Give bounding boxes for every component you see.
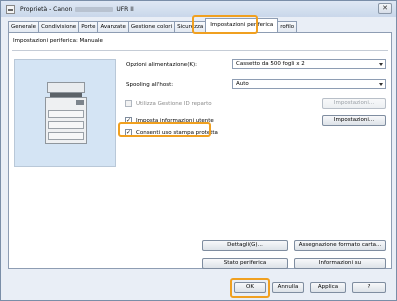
dept-id-label: Utilizza Gestione ID reparto [136, 100, 212, 107]
device-settings-panel: Impostazioni periferica: Manuale Opzioni… [8, 32, 392, 269]
printer-preview [14, 59, 116, 167]
tab-gestione-colori[interactable]: Gestione colori [127, 21, 176, 32]
tab-profilo[interactable]: rofilo [277, 21, 298, 32]
cancel-button[interactable]: Annulla [272, 282, 304, 293]
paper-format-button[interactable]: Assegnazione formato carta... [294, 240, 386, 251]
printer-tray-1 [48, 110, 84, 118]
tab-avanzate[interactable]: Avanzate [97, 21, 129, 32]
window-title-prefix: Proprietà - Canon [20, 5, 73, 13]
printer-app-icon [6, 4, 15, 14]
about-button[interactable]: Informazioni su [294, 258, 386, 269]
close-icon: ✕ [382, 4, 388, 12]
user-settings-button[interactable]: Impostazioni... [322, 115, 386, 126]
chevron-down-icon [379, 63, 383, 66]
printer-tray-3 [48, 132, 84, 140]
spooling-value: Auto [236, 81, 249, 87]
help-button[interactable]: ? [352, 282, 386, 293]
close-button[interactable]: ✕ [378, 3, 392, 14]
printer-body [45, 97, 87, 144]
active-tab-highlight [192, 15, 258, 34]
spooling-select[interactable]: Auto [232, 79, 386, 89]
window-title: Proprietà - Canon UFR II [20, 6, 134, 13]
details-button[interactable]: Dettagli(G)... [202, 240, 288, 251]
tab-porte[interactable]: Porte [78, 21, 99, 32]
secure-print-highlight [118, 122, 211, 137]
chevron-down-icon [379, 83, 383, 86]
redacted-model-name [75, 6, 114, 12]
printer-tray-2 [48, 121, 84, 129]
panel-divider [12, 50, 388, 51]
printer-illustration [45, 82, 87, 144]
tab-generale[interactable]: Generale [8, 21, 40, 32]
dept-settings-button[interactable]: Impostazioni... [322, 98, 386, 109]
checkbox-box [125, 100, 132, 107]
paper-source-value: Cassetto da 500 fogli x 2 [236, 61, 305, 67]
paper-source-label: Opzioni alimentazione(K): [126, 62, 197, 68]
tab-condivisione[interactable]: Condivisione [38, 21, 80, 32]
properties-dialog: Proprietà - Canon UFR II ✕ Generale Cond… [0, 0, 397, 301]
device-status-button[interactable]: Stato periferica [202, 258, 288, 269]
printer-control-panel [76, 100, 84, 105]
paper-source-select[interactable]: Cassetto da 500 fogli x 2 [232, 59, 386, 69]
window-title-suffix: UFR II [116, 5, 134, 13]
dept-id-checkbox[interactable]: Utilizza Gestione ID reparto [125, 100, 212, 107]
spooling-label: Spooling all'host: [126, 82, 174, 88]
panel-title: Impostazioni periferica: Manuale [13, 38, 103, 44]
printer-scanner-lid [47, 82, 85, 93]
apply-button[interactable]: Applica [310, 282, 346, 293]
ok-button-highlight [230, 278, 270, 298]
